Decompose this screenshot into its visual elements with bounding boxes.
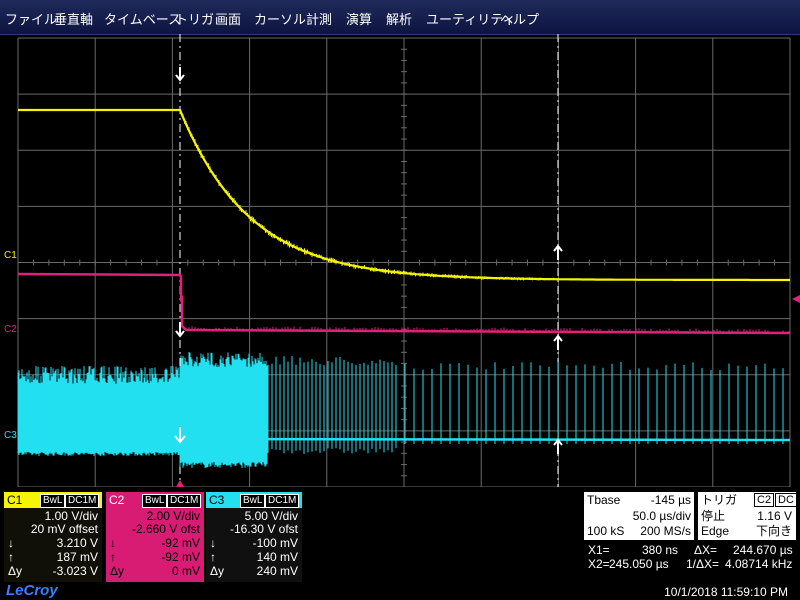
trigger-type: Edge <box>701 524 730 538</box>
c1-cursor1-value: 3.210 V <box>56 536 98 550</box>
menu-measure[interactable]: 計測 <box>306 9 332 28</box>
trigger-label: トリガ <box>701 493 738 507</box>
trigger-level-marker <box>792 295 800 303</box>
c1-offset: 20 mV offset <box>30 522 98 536</box>
cursor-marker-x1-c1 <box>175 67 185 82</box>
c3-dy-value: 240 mV <box>256 564 298 578</box>
trigger-descriptor[interactable]: トリガ C2 DC 停止 1.16 V Edge 下向き <box>698 492 797 540</box>
timebase-descriptor[interactable]: Tbase -145 µs 50.0 µs/div 100 kS 200 MS/… <box>584 492 694 540</box>
c1-name: C1 <box>7 493 23 507</box>
cursor-x1-label: X1= <box>588 543 610 557</box>
cursor-x2-value: 245.050 µs <box>609 557 669 571</box>
c1-trace-label: C1 <box>4 250 17 261</box>
c3-bwl-badge: BwL <box>240 494 266 508</box>
trigger-source: C2 <box>754 493 775 507</box>
timebase-rate: 200 MS/s <box>640 524 691 538</box>
cursor-dx-label: ΔX= <box>694 543 718 557</box>
c3-cursor1-value: -100 mV <box>252 536 298 550</box>
c2-cursor1-value: -92 mV <box>161 536 200 550</box>
cursor-inv-dx-value: 4.08714 kHz <box>725 557 793 571</box>
cursor-marker-x2-c1 <box>553 244 563 260</box>
c1-waveform-noise <box>179 110 560 281</box>
c3-offset: -16.30 V ofst <box>229 522 298 536</box>
c2-down-arrow: ↓ <box>110 536 116 550</box>
c2-cursor2-value: -92 mV <box>161 550 200 564</box>
c3-down-arrow: ↓ <box>210 536 216 550</box>
c3-coupling-badge: DC1M <box>265 494 300 508</box>
c1-dy-label: Δy <box>8 564 23 578</box>
menu-trigger[interactable]: トリガ <box>175 9 214 28</box>
c1-up-arrow: ↑ <box>8 550 14 564</box>
c1-coupling-badge: DC1M <box>65 494 100 508</box>
timebase-delay: -145 µs <box>650 493 691 507</box>
cursor-inv-dx-label: 1/ΔX= <box>686 557 720 571</box>
trigger-slope: 下向き <box>755 524 792 538</box>
cursor-marker-x2-c3 <box>553 438 563 454</box>
timebase-label: Tbase <box>587 493 621 507</box>
menu-file[interactable]: ファイル <box>5 9 57 28</box>
cursor-dx-value: 244.670 µs <box>733 543 793 557</box>
c3-trace-label: C3 <box>4 430 17 441</box>
c2-descriptor[interactable]: C2 BwL DC1M 2.00 V/div -2.660 V ofst ↓ -9… <box>106 492 204 582</box>
c1-down-arrow: ↓ <box>8 536 14 550</box>
menu-display[interactable]: 画面 <box>215 9 241 28</box>
c3-descriptor[interactable]: C3 BwL DC1M 5.00 V/div -16.30 V ofst ↓ -1… <box>206 492 302 582</box>
c2-offset: -2.660 V ofst <box>131 522 200 536</box>
c3-up-arrow: ↑ <box>210 550 216 564</box>
menu-analysis[interactable]: 解析 <box>386 9 412 28</box>
c2-trace-label: C2 <box>4 324 17 335</box>
c3-cursor2-value: 140 mV <box>256 550 298 564</box>
waveform-display[interactable] <box>0 34 800 487</box>
c3-dy-label: Δy <box>210 564 225 578</box>
lecroy-logo: LeCroy <box>6 582 58 599</box>
c1-bwl-badge: BwL <box>40 494 66 508</box>
timebase-tdiv: 50.0 µs/div <box>632 509 691 523</box>
menu-help[interactable]: ヘルプ <box>500 9 539 28</box>
c2-coupling-badge: DC1M <box>167 494 202 508</box>
cursor-marker-x2-c2 <box>553 334 563 350</box>
menu-bar: ファイル 垂直軸 タイムベース トリガ 画面 カーソル 計測 演算 解析 ユーテ… <box>0 0 800 35</box>
c2-waveform-noise <box>185 326 790 334</box>
c3-waveform-spikes <box>17 352 784 468</box>
menu-cursors[interactable]: カーソル <box>254 9 306 28</box>
menu-math[interactable]: 演算 <box>346 9 372 28</box>
timebase-samples: 100 kS <box>587 524 625 538</box>
menu-timebase[interactable]: タイムベース <box>104 9 181 28</box>
trigger-coupling: DC <box>775 493 797 507</box>
c1-cursor2-value: 187 mV <box>56 550 98 564</box>
menu-vertical[interactable]: 垂直軸 <box>54 9 93 28</box>
cursor-x1-value: 380 ns <box>642 543 679 557</box>
timestamp: 10/1/2018 11:59:10 PM <box>664 585 788 599</box>
c2-dy-value: 0 mV <box>171 564 200 578</box>
c3-name: C3 <box>209 493 225 507</box>
trigger-position-marker <box>176 480 184 487</box>
cursor-x2-label: X2= <box>588 557 610 571</box>
trigger-mode: 停止 <box>701 509 726 523</box>
c2-name: C2 <box>109 493 125 507</box>
c1-descriptor[interactable]: C1 BwL DC1M 1.00 V/div 20 mV offset ↓ 3.2… <box>4 492 102 582</box>
c2-dy-label: Δy <box>110 564 125 578</box>
c2-bwl-badge: BwL <box>142 494 168 508</box>
c1-dy-value: -3.023 V <box>52 564 98 578</box>
c2-up-arrow: ↑ <box>110 550 116 564</box>
trigger-level: 1.16 V <box>757 509 792 523</box>
